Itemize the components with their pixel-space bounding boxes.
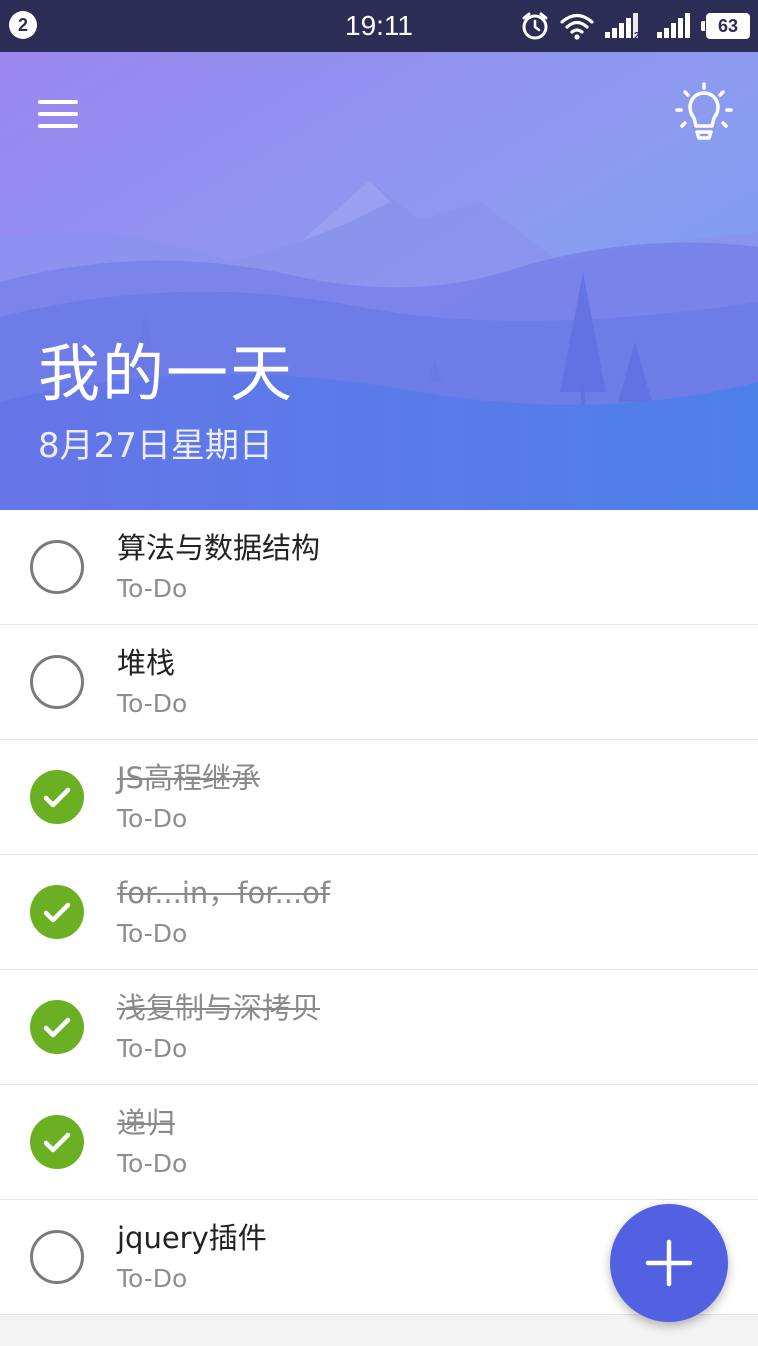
status-bar: 2 19:11 2 63 [0, 0, 758, 52]
hamburger-line [38, 124, 78, 128]
task-list-name: To-Do [117, 1264, 188, 1293]
status-icons: 2 63 [520, 10, 750, 42]
task-title: for...in，for...of [117, 876, 331, 910]
checkmark-icon [43, 1132, 71, 1153]
task-checkbox[interactable] [30, 1115, 84, 1169]
task-title: 堆栈 [117, 646, 176, 680]
task-list-name: To-Do [117, 689, 188, 718]
task-row[interactable]: for...in，for...of To-Do [0, 855, 758, 970]
task-checkbox[interactable] [30, 885, 84, 939]
menu-button[interactable] [30, 92, 86, 136]
add-task-button[interactable] [610, 1204, 728, 1322]
task-list-name: To-Do [117, 804, 188, 833]
task-checkbox[interactable] [30, 540, 84, 594]
task-checkbox[interactable] [30, 770, 84, 824]
signal-sim1-icon: 2 [604, 12, 646, 40]
task-row[interactable]: 堆栈 To-Do [0, 625, 758, 740]
task-list-name: To-Do [117, 1149, 188, 1178]
wifi-icon [560, 12, 594, 40]
battery-icon: 63 [701, 13, 750, 39]
task-title: jquery插件 [117, 1221, 267, 1255]
task-title: 递归 [117, 1106, 176, 1140]
task-row[interactable]: JS高程继承 To-Do [0, 740, 758, 855]
task-title: 算法与数据结构 [117, 531, 321, 565]
task-title: JS高程继承 [117, 761, 260, 795]
svg-text:2: 2 [634, 31, 640, 40]
checkmark-icon [43, 1017, 71, 1038]
task-list-name: To-Do [117, 574, 188, 603]
lightbulb-icon [675, 82, 733, 140]
my-day-screen: 2 19:11 2 63 我的一天 8月27日星期日 算法与数据结构 To-Do… [0, 0, 758, 1346]
hamburger-line [38, 112, 78, 116]
task-row[interactable]: 浅复制与深拷贝 To-Do [0, 970, 758, 1085]
task-list-name: To-Do [117, 919, 188, 948]
plus-icon [645, 1239, 693, 1287]
hamburger-menu-icon [38, 100, 78, 104]
alarm-icon [520, 11, 550, 41]
signal-sim2-icon [656, 12, 696, 40]
task-title: 浅复制与深拷贝 [117, 991, 321, 1025]
task-list: 算法与数据结构 To-Do 堆栈 To-Do JS高程继承 To-Do for.… [0, 510, 758, 1315]
checkmark-icon [43, 902, 71, 923]
checkmark-icon [43, 787, 71, 808]
task-checkbox[interactable] [30, 655, 84, 709]
task-checkbox[interactable] [30, 1000, 84, 1054]
suggestions-button[interactable] [672, 80, 736, 144]
page-title: 我的一天 [38, 337, 295, 410]
task-checkbox[interactable] [30, 1230, 84, 1284]
task-list-name: To-Do [117, 1034, 188, 1063]
page-date: 8月27日星期日 [38, 426, 273, 466]
my-day-header: 我的一天 8月27日星期日 [0, 52, 758, 510]
task-row[interactable]: 算法与数据结构 To-Do [0, 510, 758, 625]
task-row[interactable]: 递归 To-Do [0, 1085, 758, 1200]
